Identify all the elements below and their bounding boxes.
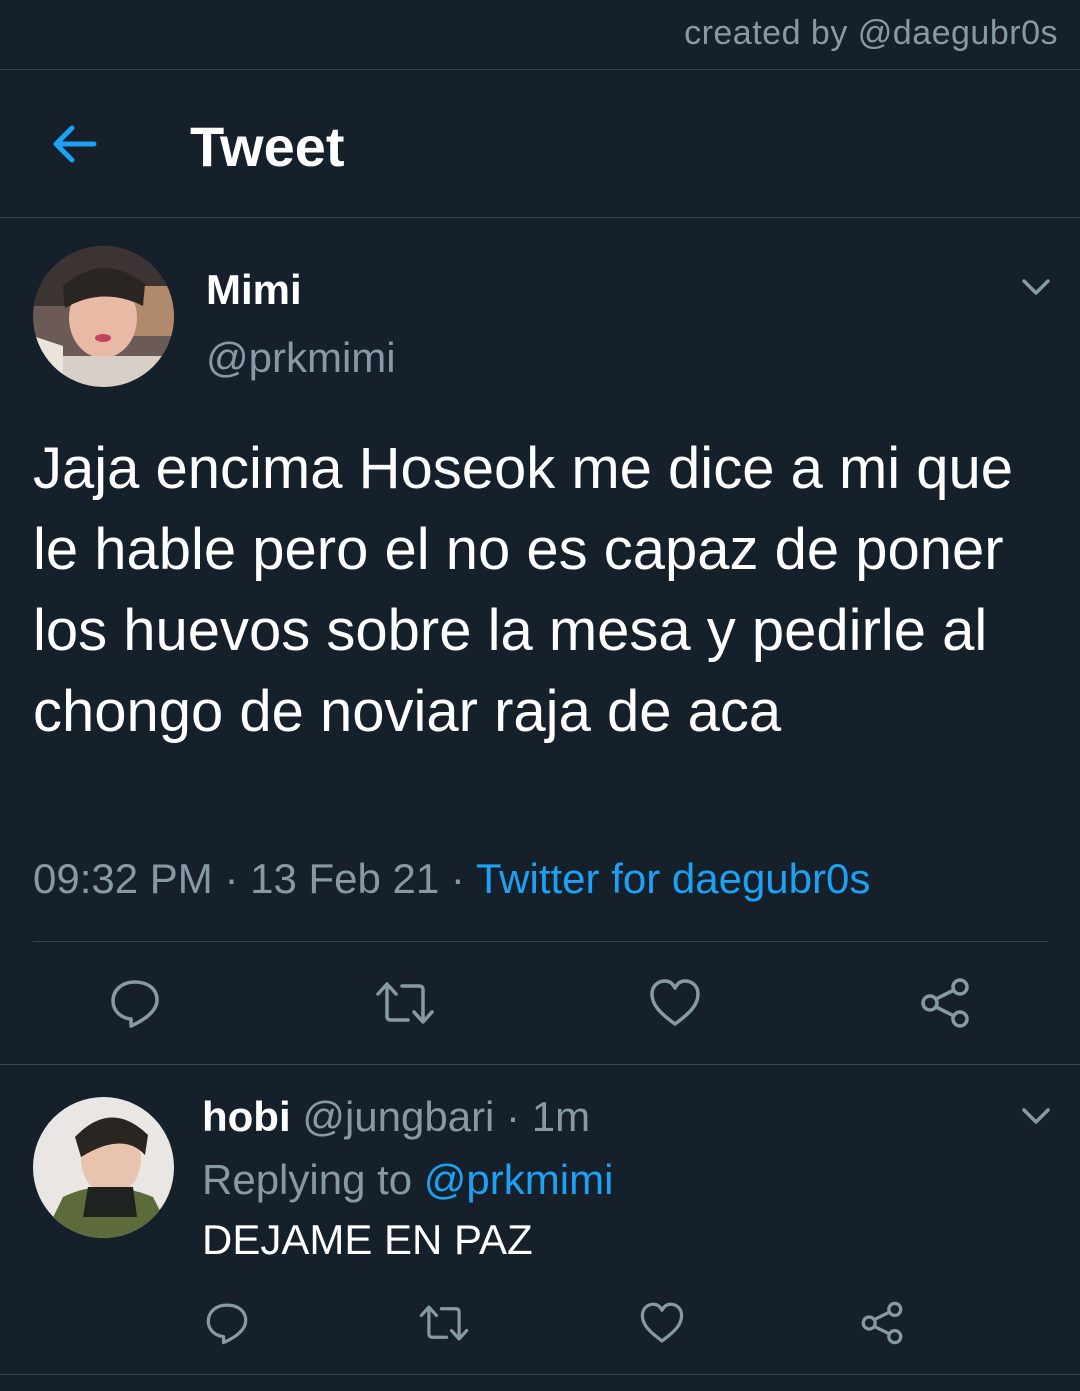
avatar-photo	[33, 246, 174, 387]
reply-text: DEJAME EN PAZ	[202, 1216, 533, 1263]
arrow-left-icon	[53, 125, 97, 163]
author-name[interactable]: Mimi	[206, 266, 302, 314]
reply-button[interactable]	[204, 1300, 250, 1351]
tweet-date: 13 Feb 21	[250, 855, 440, 902]
reply-header: hobi @jungbari · 1m	[202, 1093, 590, 1141]
replying-to-mention[interactable]: @prkmimi	[424, 1156, 614, 1203]
reply-menu-button[interactable]	[1018, 1097, 1054, 1133]
reply-icon	[111, 980, 159, 1028]
retweet-icon	[376, 982, 434, 1024]
meta-separator: ·	[494, 1093, 532, 1140]
meta-divider	[33, 941, 1048, 942]
reply-button[interactable]	[108, 976, 162, 1035]
tweet-text: Jaja encima Hoseok me dice a mi que le h…	[33, 436, 1014, 744]
meta-separator: ·	[212, 855, 251, 902]
bottom-divider	[0, 1374, 1080, 1375]
chevron-down-icon	[1022, 1108, 1050, 1124]
share-icon	[921, 978, 969, 1028]
like-button[interactable]	[648, 976, 702, 1035]
like-button[interactable]	[639, 1300, 685, 1351]
share-button[interactable]	[918, 976, 972, 1035]
share-icon	[861, 1301, 903, 1345]
like-icon	[640, 1302, 684, 1343]
actions-divider	[0, 1064, 1080, 1065]
chevron-down-icon	[1022, 279, 1050, 295]
tweet-meta: 09:32 PM · 13 Feb 21 · Twitter for daegu…	[33, 855, 870, 903]
app-header: Tweet	[0, 70, 1080, 217]
back-button[interactable]	[48, 118, 100, 170]
tweet-time: 09:32 PM	[33, 855, 213, 902]
reply-author-handle[interactable]: @jungbari	[302, 1093, 494, 1140]
tweet-source-link[interactable]: Twitter for daegubr0s	[476, 855, 871, 902]
retweet-button[interactable]	[374, 976, 436, 1035]
meta-separator: ·	[439, 855, 476, 902]
author-handle[interactable]: @prkmimi	[206, 334, 396, 382]
page-title: Tweet	[190, 115, 345, 178]
tweet-menu-button[interactable]	[1018, 268, 1054, 304]
watermark: created by @daegubr0s	[684, 14, 1058, 52]
reply-time: 1m	[531, 1093, 591, 1140]
replying-to: Replying to @prkmimi	[202, 1156, 613, 1204]
reply-avatar[interactable]	[33, 1097, 174, 1238]
reply-icon	[206, 1303, 248, 1345]
share-button[interactable]	[859, 1300, 905, 1351]
retweet-button[interactable]	[418, 1300, 470, 1351]
header-divider	[0, 217, 1080, 218]
reply-author-name[interactable]: hobi	[202, 1093, 291, 1140]
like-icon	[650, 979, 700, 1026]
avatar[interactable]	[33, 246, 174, 387]
retweet-icon	[419, 1305, 469, 1341]
avatar-photo	[33, 1097, 174, 1238]
replying-to-label: Replying to	[202, 1156, 424, 1203]
